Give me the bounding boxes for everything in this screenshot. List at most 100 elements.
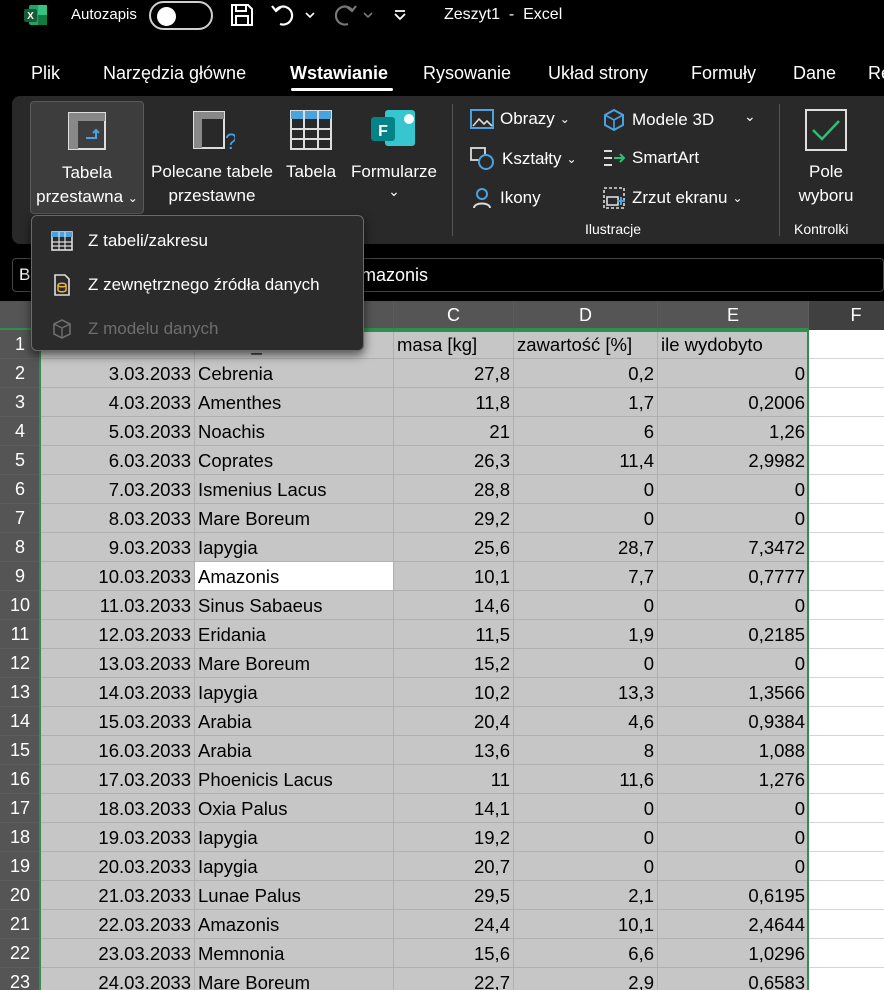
cell-f2[interactable]	[809, 359, 884, 388]
undo-icon[interactable]	[270, 2, 302, 28]
cell-b13[interactable]: Iapygia	[195, 678, 394, 707]
cell-f10[interactable]	[809, 591, 884, 620]
row-header[interactable]: 2	[0, 359, 40, 388]
cell-f6[interactable]	[809, 475, 884, 504]
cell-a15[interactable]: 16.03.2033	[40, 736, 195, 765]
cell-a9[interactable]: 10.03.2033	[40, 562, 195, 591]
cell-e4[interactable]: 1,26	[658, 417, 809, 446]
column-header-d[interactable]: D	[514, 301, 658, 330]
cell-f8[interactable]	[809, 533, 884, 562]
cell-c7[interactable]: 29,2	[394, 504, 514, 533]
row-header[interactable]: 19	[0, 852, 40, 881]
cell-c18[interactable]: 19,2	[394, 823, 514, 852]
cell-a16[interactable]: 17.03.2033	[40, 765, 195, 794]
cell-e23[interactable]: 0,6583	[658, 968, 809, 990]
cell-a11[interactable]: 12.03.2033	[40, 620, 195, 649]
cell-f15[interactable]	[809, 736, 884, 765]
cell-e5[interactable]: 2,9982	[658, 446, 809, 475]
menu-item-from-external-source[interactable]: Z zewnętrznego źródła danych	[32, 265, 363, 305]
cell-c9[interactable]: 10,1	[394, 562, 514, 591]
cell-d18[interactable]: 0	[514, 823, 658, 852]
row-header[interactable]: 17	[0, 794, 40, 823]
save-icon[interactable]	[229, 2, 255, 28]
name-box[interactable]: B	[19, 265, 30, 285]
row-header[interactable]: 11	[0, 620, 40, 649]
cell-f18[interactable]	[809, 823, 884, 852]
cell-b18[interactable]: Iapygia	[195, 823, 394, 852]
shapes-button[interactable]: Kształty ⌄	[470, 147, 577, 171]
cell-a19[interactable]: 20.03.2033	[40, 852, 195, 881]
cell-e9[interactable]: 0,7777	[658, 562, 809, 591]
cell-e7[interactable]: 0	[658, 504, 809, 533]
tab-page-layout[interactable]: Układ strony	[548, 63, 648, 84]
cell-b3[interactable]: Amenthes	[195, 388, 394, 417]
cell-e18[interactable]: 0	[658, 823, 809, 852]
cell-e16[interactable]: 1,276	[658, 765, 809, 794]
cell-f11[interactable]	[809, 620, 884, 649]
redo-icon[interactable]	[328, 2, 360, 28]
cell-c20[interactable]: 29,5	[394, 881, 514, 910]
formula-input[interactable]: mazonis	[361, 265, 428, 286]
cell-c13[interactable]: 10,2	[394, 678, 514, 707]
redo-dropdown-icon[interactable]	[362, 2, 374, 28]
cell-d16[interactable]: 11,6	[514, 765, 658, 794]
tab-insert[interactable]: Wstawianie	[290, 63, 388, 84]
cell-f12[interactable]	[809, 649, 884, 678]
row-header[interactable]: 13	[0, 678, 40, 707]
cell-d8[interactable]: 28,7	[514, 533, 658, 562]
row-header[interactable]: 15	[0, 736, 40, 765]
row-header[interactable]: 6	[0, 475, 40, 504]
cell-d6[interactable]: 0	[514, 475, 658, 504]
cell-f9[interactable]	[809, 562, 884, 591]
cell-c4[interactable]: 21	[394, 417, 514, 446]
row-header[interactable]: 23	[0, 968, 40, 990]
column-header-f[interactable]: F	[809, 301, 884, 330]
cell-b10[interactable]: Sinus Sabaeus	[195, 591, 394, 620]
cell-a22[interactable]: 23.03.2033	[40, 939, 195, 968]
cell-c23[interactable]: 22,7	[394, 968, 514, 990]
cell-c5[interactable]: 26,3	[394, 446, 514, 475]
quick-access-customize-icon[interactable]	[392, 2, 408, 28]
cell-a20[interactable]: 21.03.2033	[40, 881, 195, 910]
cell-b4[interactable]: Noachis	[195, 417, 394, 446]
3d-models-button[interactable]: Modele 3D	[602, 108, 714, 132]
smartart-button[interactable]: SmartArt	[602, 147, 699, 169]
cell-a3[interactable]: 4.03.2033	[40, 388, 195, 417]
cell-b9[interactable]: Amazonis	[195, 562, 394, 591]
cell-f4[interactable]	[809, 417, 884, 446]
cell-a10[interactable]: 11.03.2033	[40, 591, 195, 620]
cell-a23[interactable]: 24.03.2033	[40, 968, 195, 990]
cell-a13[interactable]: 14.03.2033	[40, 678, 195, 707]
cell-a7[interactable]: 8.03.2033	[40, 504, 195, 533]
row-header[interactable]: 18	[0, 823, 40, 852]
cell-e17[interactable]: 0	[658, 794, 809, 823]
tab-draw[interactable]: Rysowanie	[423, 63, 511, 84]
row-header[interactable]: 7	[0, 504, 40, 533]
cell-b12[interactable]: Mare Boreum	[195, 649, 394, 678]
cell-d11[interactable]: 1,9	[514, 620, 658, 649]
table-button[interactable]: Tabela	[280, 101, 342, 214]
tab-formulas[interactable]: Formuły	[691, 63, 756, 84]
cell-d23[interactable]: 2,9	[514, 968, 658, 990]
cell-c10[interactable]: 14,6	[394, 591, 514, 620]
cell-b14[interactable]: Arabia	[195, 707, 394, 736]
cell-c2[interactable]: 27,8	[394, 359, 514, 388]
cell-e11[interactable]: 0,2185	[658, 620, 809, 649]
cell-d4[interactable]: 6	[514, 417, 658, 446]
cell-d22[interactable]: 6,6	[514, 939, 658, 968]
cell-c19[interactable]: 20,7	[394, 852, 514, 881]
row-header[interactable]: 4	[0, 417, 40, 446]
cell-f21[interactable]	[809, 910, 884, 939]
chevron-down-icon[interactable]: ⌄	[744, 108, 756, 125]
cell-a14[interactable]: 15.03.2033	[40, 707, 195, 736]
cell-c12[interactable]: 15,2	[394, 649, 514, 678]
cell-b2[interactable]: Cebrenia	[195, 359, 394, 388]
cell-f3[interactable]	[809, 388, 884, 417]
cell-a17[interactable]: 18.03.2033	[40, 794, 195, 823]
cell-c22[interactable]: 15,6	[394, 939, 514, 968]
tab-review[interactable]: Re	[868, 63, 884, 84]
cell-b20[interactable]: Lunae Palus	[195, 881, 394, 910]
cell-b19[interactable]: Iapygia	[195, 852, 394, 881]
cell-b6[interactable]: Ismenius Lacus	[195, 475, 394, 504]
cell-d13[interactable]: 13,3	[514, 678, 658, 707]
